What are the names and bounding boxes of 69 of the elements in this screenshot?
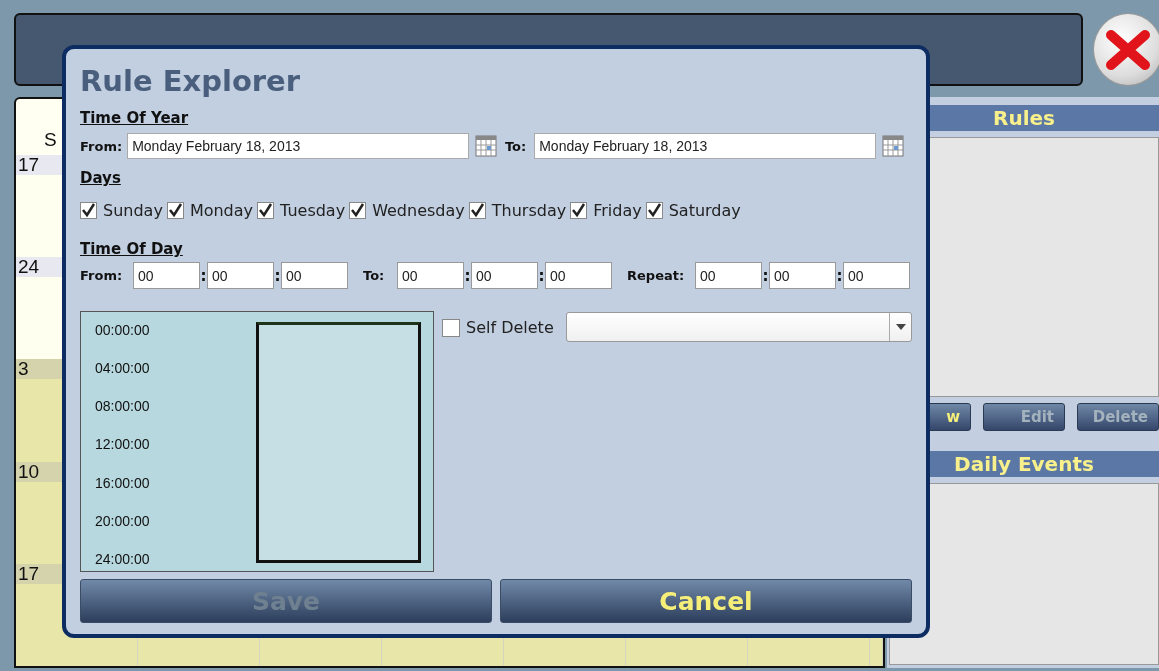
time-field[interactable]: 00 [281, 262, 348, 289]
week-date: 24 [18, 256, 40, 279]
time-label: 04:00:00 [95, 360, 151, 377]
time-field[interactable]: 00 [843, 262, 910, 289]
day-label: Friday [593, 201, 642, 220]
day-label: Monday [189, 201, 254, 220]
checkmark-icon [167, 203, 183, 218]
day-label: Sunday [103, 201, 163, 220]
time-separator: : [274, 266, 281, 285]
time-field[interactable]: 00 [471, 262, 538, 289]
field-label: To: [504, 138, 527, 154]
week-date: 17 [18, 154, 40, 176]
caret-icon [895, 324, 906, 330]
panel-title: Rules [993, 106, 1055, 130]
calendar-icon[interactable] [882, 135, 904, 157]
time-separator: : [538, 266, 545, 285]
time-field[interactable]: 00 [397, 262, 464, 289]
checkmark-icon [646, 203, 662, 218]
section-heading: Time Of Year [80, 109, 189, 127]
checkbox-label: Self Delete [466, 318, 554, 337]
time-separator: : [464, 266, 471, 285]
checkmark-icon [571, 203, 587, 218]
section-heading: Days [80, 169, 121, 187]
self-delete-checkbox[interactable] [442, 318, 460, 337]
checkmark-icon [350, 203, 366, 218]
day-checkbox[interactable] [257, 202, 275, 219]
time-field[interactable]: 00 [133, 262, 200, 289]
week-date: 10 [18, 460, 40, 483]
week-date: 17 [18, 562, 40, 585]
time-field[interactable]: 00 [545, 262, 612, 289]
day-checkbox[interactable] [468, 202, 486, 219]
dialog-title: Rule Explorer [80, 63, 302, 99]
time-field[interactable]: 00 [769, 262, 836, 289]
day-label: Saturday [668, 201, 741, 220]
time-field[interactable]: 00 [207, 262, 274, 289]
calendar-icon[interactable] [474, 135, 497, 157]
field-label: To: [363, 268, 386, 283]
time-label: 12:00:00 [95, 436, 151, 453]
checkmark-icon [258, 203, 274, 218]
checkmark-icon [81, 203, 96, 218]
field-label: Repeat: [627, 268, 686, 283]
day-checkbox[interactable] [166, 202, 184, 219]
day-label: Wednesday [372, 201, 465, 220]
time-label: 20:00:00 [95, 512, 151, 529]
checkmark-icon [469, 203, 485, 218]
time-label: 08:00:00 [95, 398, 151, 415]
day-checkbox[interactable] [349, 202, 367, 219]
time-label: 16:00:00 [95, 474, 151, 491]
section-heading: Time Of Day [80, 240, 183, 258]
day-checkbox[interactable] [80, 202, 97, 219]
time-separator: : [200, 266, 207, 285]
week-date: 3 [18, 358, 29, 381]
time-separator: : [836, 266, 843, 285]
day-label: Thursday [491, 201, 567, 220]
day-checkbox[interactable] [570, 202, 588, 219]
close-icon [1105, 28, 1151, 71]
day-label: Tuesday [280, 201, 346, 220]
panel-title: Daily Events [954, 452, 1094, 476]
time-separator: : [762, 266, 769, 285]
weekday-header: S [44, 129, 57, 151]
time-field[interactable]: 00 [695, 262, 762, 289]
field-label: From: [80, 268, 124, 283]
dialog-button[interactable]: Cancel [500, 579, 912, 623]
day-checkbox[interactable] [645, 202, 663, 219]
date-field[interactable]: Monday February 18, 2013 [534, 133, 876, 159]
date-field[interactable]: Monday February 18, 2013 [127, 133, 469, 159]
field-label: From: [80, 138, 123, 154]
time-label: 00:00:00 [95, 322, 151, 338]
time-label: 24:00:00 [95, 550, 151, 567]
